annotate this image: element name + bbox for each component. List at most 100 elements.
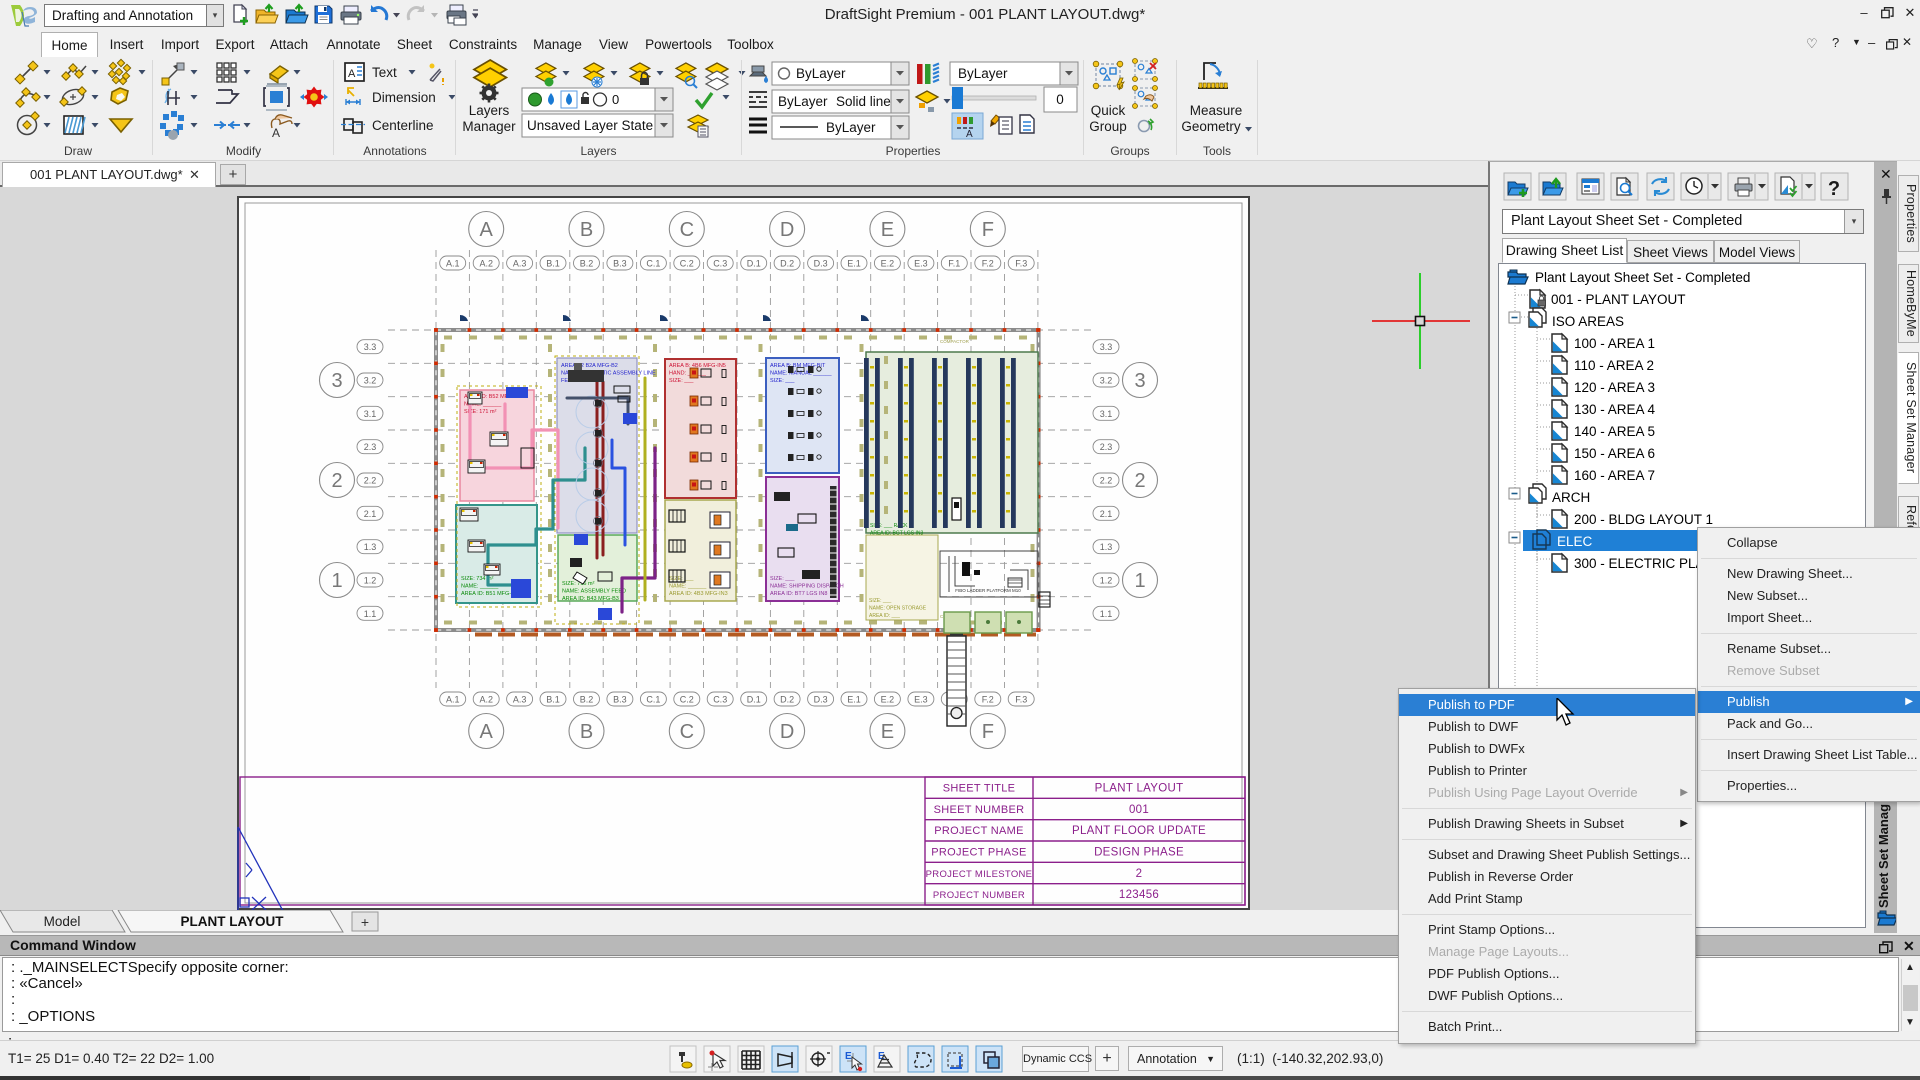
svg-text:DESIGN PHASE: DESIGN PHASE [1094,847,1184,859]
svg-text:F.3: F.3 [1015,259,1027,269]
svg-text:SIZE: 716 m²: SIZE: 716 m² [562,581,595,587]
svg-text:NAME: OPEN STORAGE: NAME: OPEN STORAGE [869,606,927,612]
svg-text:3.3: 3.3 [1100,342,1113,352]
svg-text:Text: Text [372,65,397,80]
svg-text:C: C [680,721,694,743]
svg-text:130 - AREA 4: 130 - AREA 4 [1574,402,1656,417]
svg-text:F: F [982,219,994,241]
svg-text:Model: Model [44,914,81,929]
svg-text:2.3: 2.3 [1100,442,1113,452]
svg-text:B.1: B.1 [546,695,560,705]
svg-text:D.1: D.1 [747,259,761,269]
svg-text:1: 1 [1134,570,1145,592]
svg-text:Quick: Quick [1091,103,1126,118]
svg-text:SIZE: ___: SIZE: ___ [770,378,795,384]
svg-text:1.1: 1.1 [1100,609,1113,619]
svg-text:Geometry: Geometry [1181,119,1241,134]
svg-text:PLANT FLOOR UPDATE: PLANT FLOOR UPDATE [1072,825,1206,837]
svg-text:A: A [480,721,494,743]
svg-text:COMPACTOR: COMPACTOR [940,339,970,344]
svg-text:D.2: D.2 [780,259,794,269]
svg-text:E: E [881,219,894,241]
svg-text:C.2: C.2 [680,259,694,269]
svg-text:F.3: F.3 [1015,695,1027,705]
svg-text:001 - PLANT LAYOUT: 001 - PLANT LAYOUT [1551,292,1686,307]
svg-text:A.1: A.1 [446,695,460,705]
svg-text:E: E [845,1051,852,1062]
svg-text:200 - BLDG LAYOUT 1: 200 - BLDG LAYOUT 1 [1574,512,1713,527]
svg-text:1.3: 1.3 [364,542,377,552]
svg-text:Dimension: Dimension [372,90,436,105]
svg-text:1.2: 1.2 [364,576,377,586]
svg-text:+: + [361,914,369,930]
svg-text:2: 2 [1136,868,1143,880]
svg-text:E.1: E.1 [847,259,861,269]
svg-text:2.2: 2.2 [364,476,377,486]
svg-text:PLANT LAYOUT: PLANT LAYOUT [1095,783,1184,795]
svg-text:ByLayer: ByLayer [826,120,876,135]
svg-text:SIZE: ___: SIZE: ___ [869,598,891,604]
svg-text:B.1: B.1 [546,259,560,269]
svg-text:1.3: 1.3 [1100,542,1113,552]
svg-text:PLANT LAYOUT: PLANT LAYOUT [180,914,284,929]
svg-text:NAME: ASSEMBLY FEED: NAME: ASSEMBLY FEED [562,589,626,595]
svg-text:F: F [982,721,994,743]
svg-text:B.2: B.2 [580,695,594,705]
svg-text:D.3: D.3 [814,259,828,269]
svg-text:Group: Group [1089,119,1127,134]
svg-text:2.1: 2.1 [1100,509,1113,519]
svg-text:0: 0 [612,92,619,107]
svg-text:100 - AREA 1: 100 - AREA 1 [1574,336,1655,351]
svg-text:2.2: 2.2 [1100,476,1113,486]
svg-text:F.1: F.1 [948,259,960,269]
svg-text:D.2: D.2 [780,695,794,705]
svg-text:F.2: F.2 [982,259,994,269]
svg-text:NAME: ______: NAME: ______ [669,584,707,590]
svg-text:A.1: A.1 [446,259,460,269]
svg-text:E.2: E.2 [881,259,895,269]
svg-text:E: E [881,721,894,743]
svg-text:A.3: A.3 [513,259,527,269]
svg-text:2.1: 2.1 [364,509,377,519]
svg-text:A: A [966,129,973,140]
svg-text:2: 2 [1134,470,1145,492]
svg-text:PROJECT PHASE: PROJECT PHASE [931,847,1026,859]
svg-text:3.3: 3.3 [364,342,377,352]
svg-text:160 - AREA 7: 160 - AREA 7 [1574,468,1655,483]
svg-text:D.3: D.3 [814,695,828,705]
svg-text:3.2: 3.2 [364,376,377,386]
svg-text:C.2: C.2 [680,695,694,705]
svg-text:AREA ID: B43 MFG-B3: AREA ID: B43 MFG-B3 [562,596,619,602]
svg-text:ARCH: ARCH [1552,490,1590,505]
svg-text:C.1: C.1 [646,695,660,705]
svg-text:B: B [580,219,593,241]
svg-text:AREA ID: ___: AREA ID: ___ [869,613,900,619]
svg-text:C.3: C.3 [713,259,727,269]
svg-text:120 - AREA 3: 120 - AREA 3 [1574,380,1655,395]
svg-text:AREA ID: BT7 LGS IN8: AREA ID: BT7 LGS IN8 [770,591,827,597]
svg-text:D: D [780,219,794,241]
svg-text:Unsaved Layer State: Unsaved Layer State [527,118,653,133]
svg-text:Layers: Layers [469,103,510,118]
svg-text:AREA ID: BGT LGS IN3: AREA ID: BGT LGS IN3 [870,531,923,537]
svg-text:E.2: E.2 [881,695,895,705]
svg-text:0: 0 [1056,92,1064,107]
svg-text:AREA ID: 4B3 MFG-IN3: AREA ID: 4B3 MFG-IN3 [669,591,728,597]
svg-text:E.3: E.3 [914,259,928,269]
svg-text:C.3: C.3 [713,695,727,705]
svg-text:140 - AREA 5: 140 - AREA 5 [1574,424,1655,439]
svg-text:123456: 123456 [1119,889,1159,901]
svg-text:1.2: 1.2 [1100,576,1113,586]
svg-text:C: C [680,219,694,241]
svg-text:SIZE: ___: SIZE: ___ [669,378,694,384]
svg-text:A: A [480,219,494,241]
svg-text:B.3: B.3 [613,695,627,705]
svg-text:B.2: B.2 [580,259,594,269]
svg-text:A: A [348,68,356,80]
svg-text:3: 3 [1134,370,1145,392]
svg-text:ByLayer: ByLayer [796,66,846,81]
svg-text:D.1: D.1 [747,695,761,705]
svg-text:E.1: E.1 [847,695,861,705]
svg-text:150 - AREA 6: 150 - AREA 6 [1574,446,1655,461]
svg-text:SHEET NUMBER: SHEET NUMBER [934,804,1025,816]
